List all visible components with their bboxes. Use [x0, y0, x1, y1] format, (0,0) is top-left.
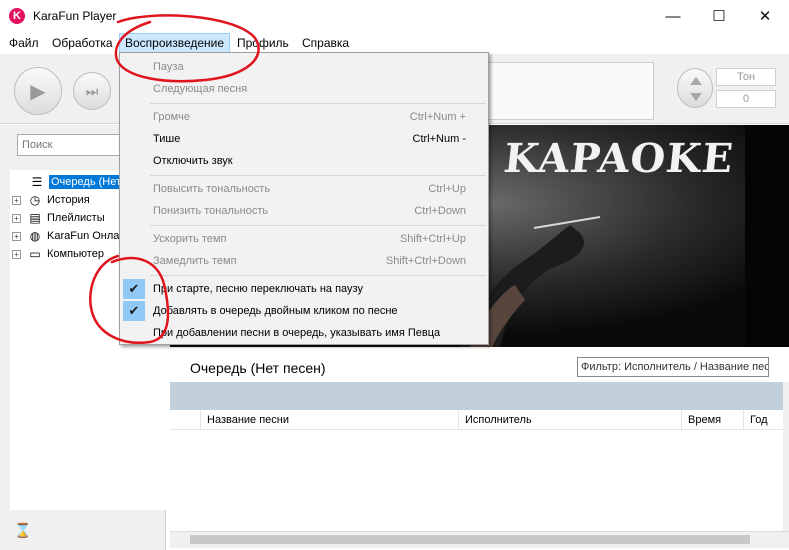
- playback-dropdown-menu: Пауза Следующая песня Громче Ctrl+Num + …: [119, 52, 489, 345]
- menu-processing[interactable]: Обработка: [47, 33, 118, 53]
- menu-playback[interactable]: Воспроизведение: [119, 33, 231, 53]
- tone-label: Тон: [716, 68, 776, 86]
- expand-icon[interactable]: +: [12, 213, 21, 223]
- menu-item-shortcut: Ctrl+Num +: [409, 111, 466, 123]
- globe-icon: ◍: [29, 229, 41, 243]
- search-input[interactable]: [17, 134, 129, 156]
- queue-band: [170, 382, 789, 410]
- menu-profile[interactable]: Профиль: [232, 33, 294, 53]
- tree-item-label: Плейлисты: [47, 212, 105, 224]
- expand-icon[interactable]: +: [12, 195, 21, 205]
- menu-item-next-song[interactable]: Следующая песня: [120, 78, 488, 100]
- menu-item-label: Следующая песня: [153, 83, 248, 95]
- column-song-title[interactable]: Название песни: [200, 410, 458, 430]
- play-button[interactable]: ▶: [14, 67, 62, 115]
- menu-item-double-click-add[interactable]: ✔ Добавлять в очередь двойным кликом по …: [120, 300, 488, 322]
- menu-item-shortcut: Shift+Ctrl+Up: [399, 233, 466, 245]
- maximize-button[interactable]: ☐: [696, 0, 742, 32]
- checkmark-icon: ✔: [123, 279, 145, 299]
- menu-item-pause[interactable]: Пауза: [120, 56, 488, 78]
- tree-item-label: История: [47, 194, 90, 206]
- hourglass-icon: ⌛: [14, 522, 32, 538]
- now-playing-display: [488, 62, 654, 120]
- expand-icon[interactable]: +: [12, 231, 21, 241]
- playlist-icon: ▤: [29, 211, 41, 225]
- close-button[interactable]: ✕: [742, 0, 788, 32]
- menu-item-ask-singer-name[interactable]: При добавлении песни в очередь, указыват…: [120, 322, 488, 344]
- queue-column-header: Название песни Исполнитель Время Год: [170, 410, 789, 430]
- window-title: KaraFun Player: [33, 9, 117, 23]
- menu-separator: [150, 275, 486, 276]
- queue-title: Очередь (Нет песен): [190, 360, 326, 376]
- history-clock-icon: ◷: [29, 193, 41, 207]
- next-button[interactable]: ⏭: [73, 72, 111, 110]
- menu-separator: [150, 225, 486, 226]
- play-icon: ▶: [30, 80, 46, 103]
- tone-stepper[interactable]: [677, 68, 713, 108]
- menu-item-shortcut: Shift+Ctrl+Down: [385, 255, 466, 267]
- menu-item-volume-up[interactable]: Громче Ctrl+Num +: [120, 106, 488, 128]
- menu-help[interactable]: Справка: [297, 33, 354, 53]
- menu-item-shortcut: Ctrl+Down: [414, 205, 466, 217]
- menu-item-volume-down[interactable]: Тише Ctrl+Num -: [120, 128, 488, 150]
- menu-item-label: Громче: [153, 111, 190, 123]
- menu-item-pitch-down[interactable]: Понизить тональность Ctrl+Down: [120, 200, 488, 222]
- next-track-icon: ⏭: [85, 82, 99, 99]
- menu-item-label: Пауза: [153, 61, 184, 73]
- minimize-button[interactable]: —: [650, 0, 696, 32]
- tree-item-label: Компьютер: [47, 248, 104, 260]
- checkmark-icon: ✔: [123, 301, 145, 321]
- menu-item-label: Ускорить темп: [153, 233, 227, 245]
- scrollbar-thumb[interactable]: [190, 535, 750, 544]
- karafun-logo-icon: K: [9, 8, 25, 24]
- menu-item-shortcut: Ctrl+Num -: [412, 133, 466, 145]
- menu-item-label: Отключить звук: [153, 155, 233, 167]
- menu-file[interactable]: Файл: [4, 33, 44, 53]
- column-artist[interactable]: Исполнитель: [458, 410, 681, 430]
- menu-item-shortcut: Ctrl+Up: [428, 183, 466, 195]
- menu-item-label: При добавлении песни в очередь, указыват…: [153, 327, 441, 339]
- tone-arrows-icon: [690, 77, 702, 101]
- queue-filter-input[interactable]: [577, 357, 769, 377]
- tree-item-label: KaraFun Онла: [47, 230, 120, 242]
- menu-item-tempo-down[interactable]: Замедлить темп Shift+Ctrl+Down: [120, 250, 488, 272]
- computer-icon: ▭: [29, 247, 41, 261]
- menu-item-pitch-up[interactable]: Повысить тональность Ctrl+Up: [120, 178, 488, 200]
- menu-item-label: Понизить тональность: [153, 205, 269, 217]
- queue-icon: ☰: [31, 175, 43, 189]
- tone-value: 0: [716, 90, 776, 108]
- tree-item-label: Очередь (Нет: [49, 175, 124, 189]
- vertical-scrollbar[interactable]: [783, 382, 789, 531]
- video-title-text: KAPAOKE: [501, 135, 736, 182]
- menu-bar: Файл Обработка Воспроизведение Профиль С…: [0, 32, 789, 54]
- menu-item-tempo-up[interactable]: Ускорить темп Shift+Ctrl+Up: [120, 228, 488, 250]
- queue-list[interactable]: [170, 431, 785, 531]
- menu-item-label: При старте, песню переключать на паузу: [153, 283, 363, 295]
- menu-item-pause-on-start[interactable]: ✔ При старте, песню переключать на паузу: [120, 278, 488, 300]
- menu-separator: [150, 175, 486, 176]
- menu-item-label: Тише: [153, 133, 181, 145]
- menu-separator: [150, 103, 486, 104]
- menu-item-mute[interactable]: Отключить звук: [120, 150, 488, 172]
- expand-icon[interactable]: +: [12, 249, 21, 259]
- menu-item-label: Добавлять в очередь двойным кликом по пе…: [153, 305, 398, 317]
- menu-item-label: Замедлить темп: [153, 255, 237, 267]
- menu-item-label: Повысить тональность: [153, 183, 271, 195]
- column-duration[interactable]: Время: [681, 410, 743, 430]
